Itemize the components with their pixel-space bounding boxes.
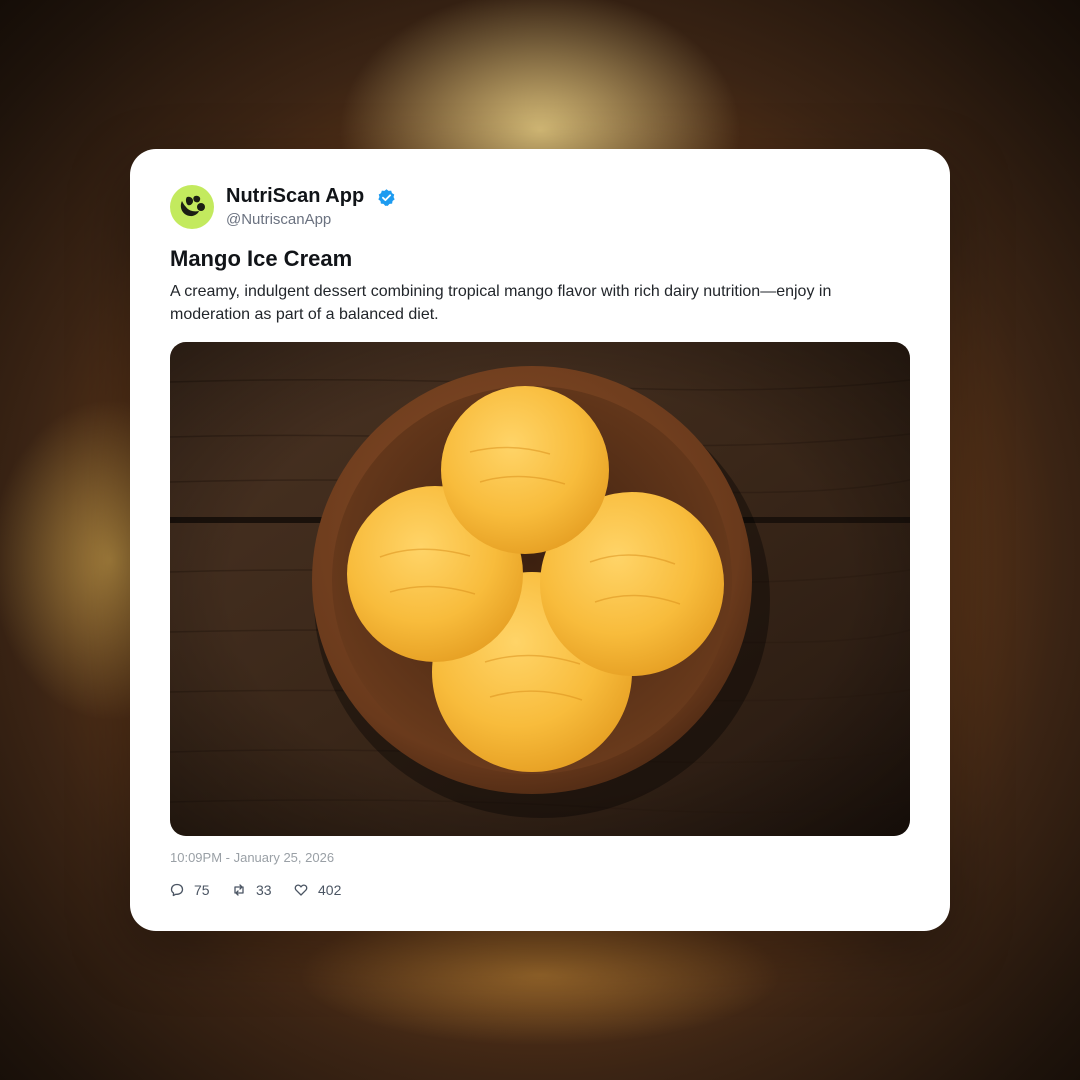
post-timestamp: 10:09PM - January 25, 2026 — [170, 850, 335, 865]
leaf-logo-icon — [180, 195, 205, 217]
heart-icon — [294, 884, 308, 896]
post-body-text: A creamy, indulgent dessert combining tr… — [170, 283, 832, 323]
repost-count: 33 — [256, 882, 272, 898]
author-name[interactable]: NutriScan App — [226, 185, 364, 208]
like-button[interactable]: 402 — [294, 880, 350, 900]
reply-button[interactable]: 75 — [170, 880, 218, 900]
post-card: NutriScan App @NutriscanApp Mango Ice Cr… — [130, 149, 950, 931]
verified-badge-icon — [378, 189, 395, 206]
like-count: 402 — [318, 882, 342, 898]
author-handle[interactable]: @NutriscanApp — [226, 211, 331, 228]
reply-icon — [170, 883, 184, 897]
avatar[interactable] — [170, 185, 214, 229]
post-image[interactable] — [170, 342, 910, 836]
ice-cream-bowl-illustration — [170, 342, 910, 836]
post-title: Mango Ice Cream — [170, 246, 353, 271]
repost-button[interactable]: 33 — [232, 880, 280, 900]
reply-count: 75 — [194, 882, 210, 898]
repost-icon — [234, 884, 244, 896]
